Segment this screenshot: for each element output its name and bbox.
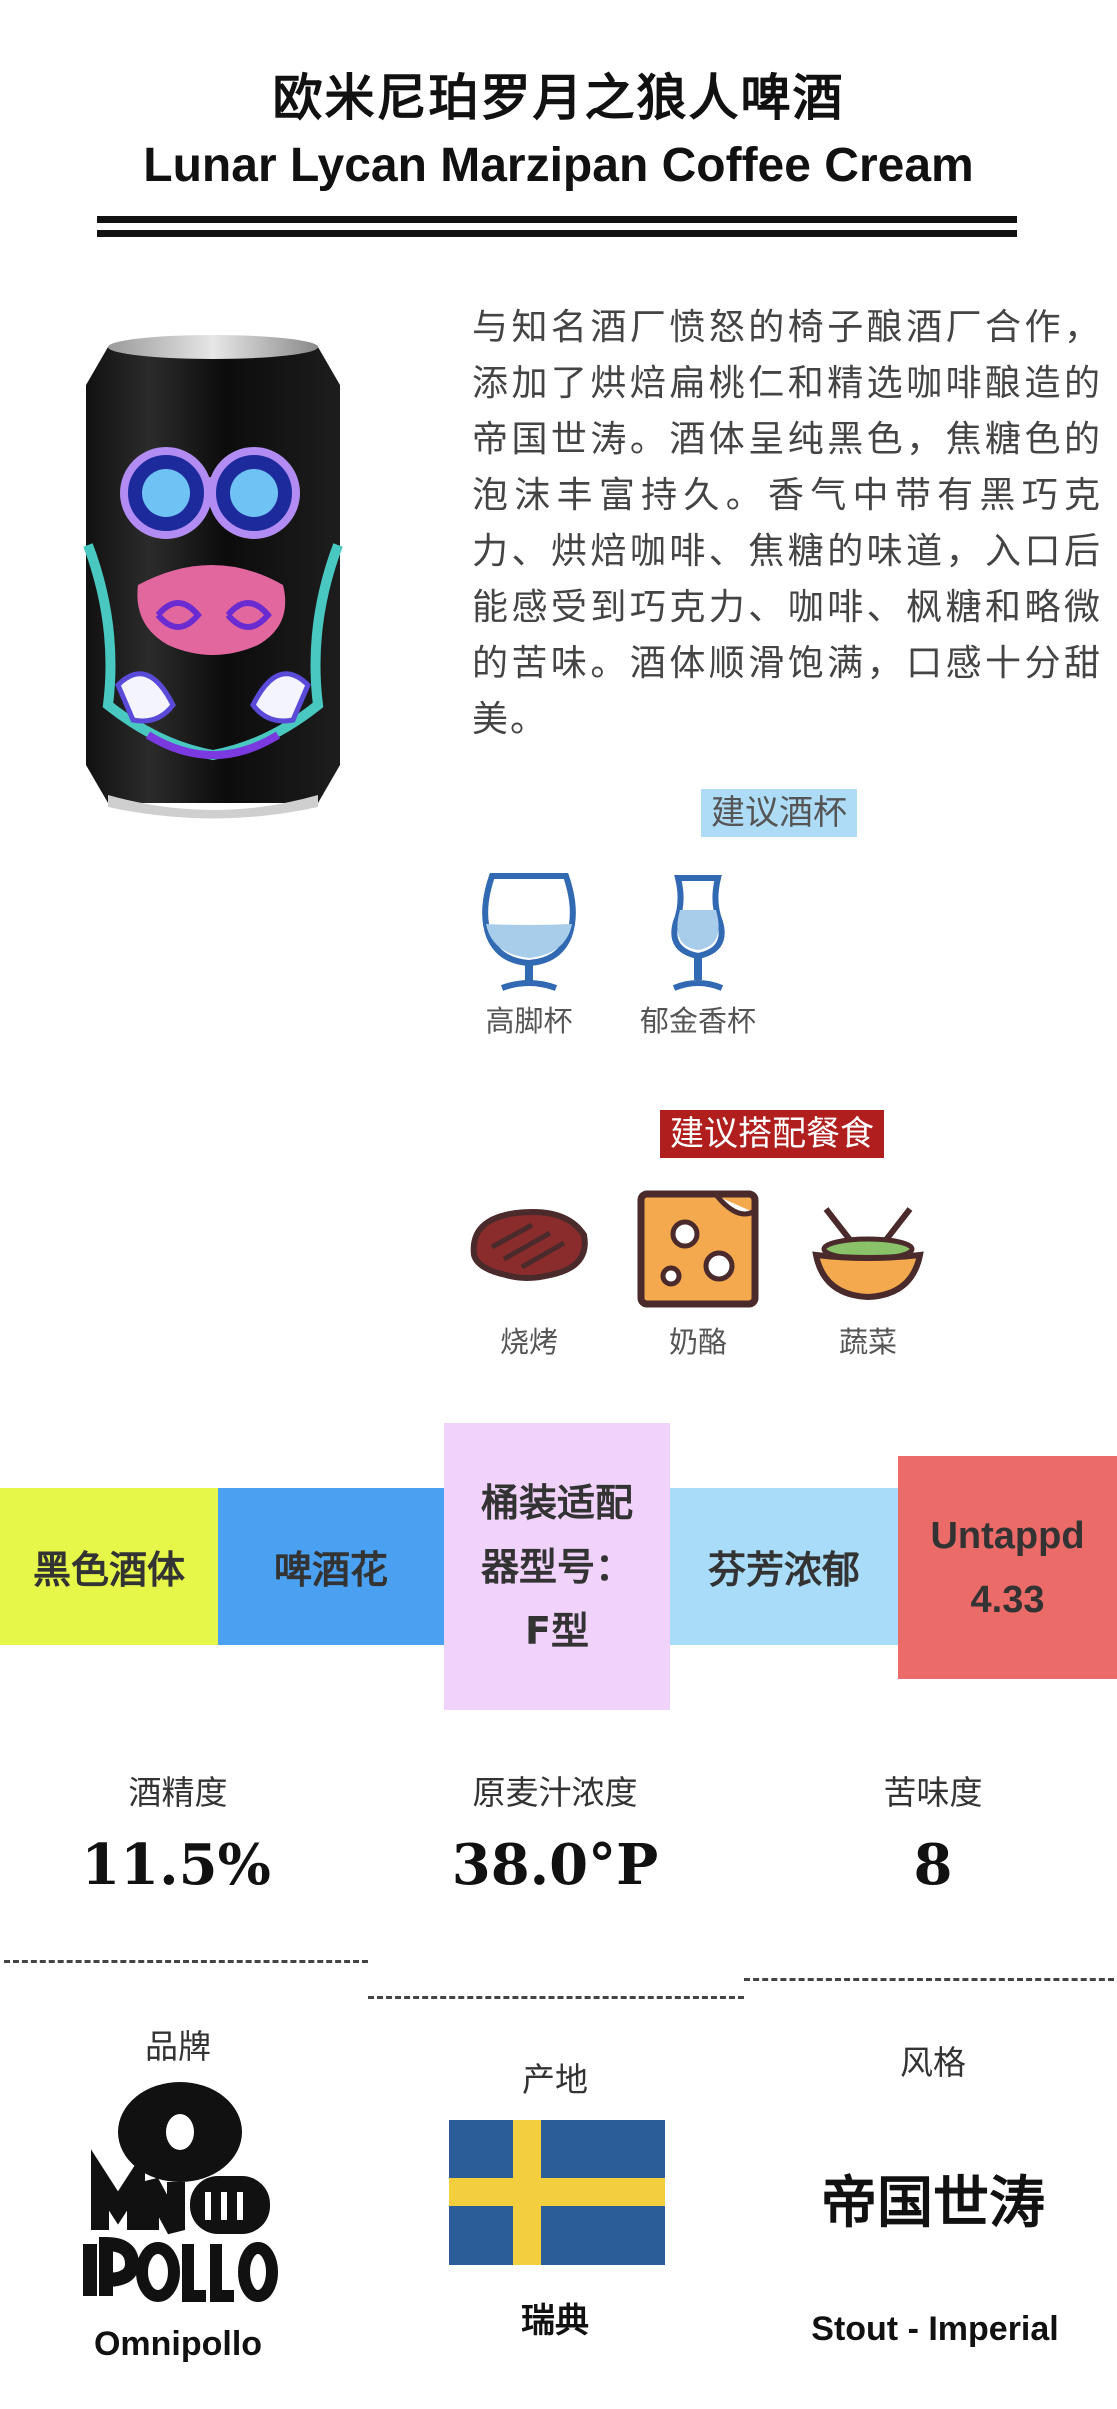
untappd-label: Untappd [930,1514,1085,1557]
abv-value: 11.5% [81,1832,271,1898]
attr-keg-line3: F型 [525,1608,589,1653]
ibu-label: 苦味度 [883,1773,983,1812]
food-label-cheese: 奶酪 [668,1325,727,1359]
food-pairing-heading: 建议搭配餐食 [660,1110,884,1158]
food-label-bbq: 烧烤 [499,1325,558,1359]
sweden-flag-icon [449,2120,665,2265]
og-value: 38.0°P [451,1832,659,1898]
title-rule-bottom [97,230,1017,237]
salad-bowl-icon [806,1205,930,1301]
og-label: 原麦汁浓度 [472,1773,638,1812]
attr-keg-line2: 器型号： [480,1544,633,1589]
title-chinese: 欧米尼珀罗月之狼人啤酒 [272,69,845,127]
beer-can-image [78,325,348,820]
attr-keg-line1: 桶装适配 [480,1480,633,1525]
abv-label: 酒精度 [128,1773,228,1812]
attr-body-label: 黑色酒体 [32,1548,185,1592]
untappd-score: 4.33 [970,1578,1045,1621]
glassware-heading: 建议酒杯 [701,789,857,837]
snifter-glass-icon [474,866,584,996]
divider-dashed-left [4,1960,368,1963]
glass-label-tulip: 郁金香杯 [639,1004,756,1038]
tulip-glass-icon [658,872,738,996]
ibu-value: 8 [913,1832,953,1898]
style-english: Stout - Imperial [811,2310,1059,2348]
origin-label: 产地 [522,2060,588,2099]
steak-icon [466,1205,592,1291]
divider-dashed-middle [368,1996,744,1999]
style-label: 风格 [900,2043,966,2082]
food-label-vegetables: 蔬菜 [838,1325,897,1359]
attr-hops: 啤酒花 [218,1488,444,1645]
attr-keg-type: 桶装适配 器型号： F型 [444,1423,670,1710]
attr-aroma-label: 芬芳浓郁 [707,1548,860,1592]
divider-dashed-right [744,1978,1114,1981]
attr-untappd: Untappd 4.33 [898,1456,1117,1679]
attr-body-color: 黑色酒体 [0,1488,218,1645]
title-rule-top [97,216,1017,223]
attr-hops-label: 啤酒花 [273,1548,388,1592]
origin-name: 瑞典 [521,2302,589,2340]
beer-description: 与知名酒厂愤怒的椅子酿酒厂合作，添加了烘焙扁桃仁和精选咖啡酿造的帝国世涛。酒体呈… [472,307,1102,740]
title-english: Lunar Lycan Marzipan Coffee Cream [143,139,974,192]
cheese-icon [637,1190,759,1308]
glass-label-snifter: 高脚杯 [485,1004,573,1038]
omnipollo-logo [80,2080,280,2304]
brand-name: Omnipollo [93,2325,263,2363]
attr-aroma: 芬芳浓郁 [670,1488,898,1645]
brand-label: 品牌 [145,2027,211,2066]
style-chinese: 帝国世涛 [821,2171,1045,2236]
